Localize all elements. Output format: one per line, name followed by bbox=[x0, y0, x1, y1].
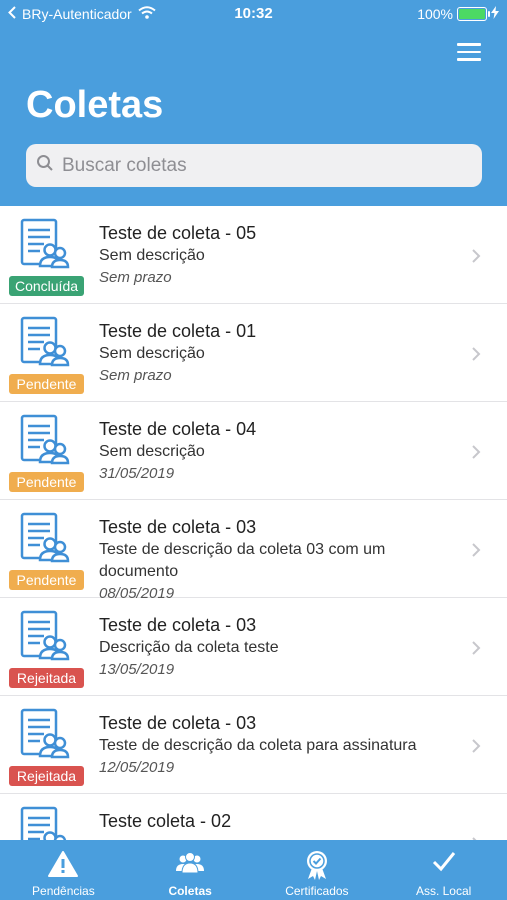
search-icon bbox=[36, 154, 54, 177]
status-badge: Pendente bbox=[9, 570, 84, 590]
list-item-deadline: 13/05/2019 bbox=[99, 661, 175, 678]
document-users-icon bbox=[20, 806, 70, 840]
list-item-text: Teste de coleta - 03 Teste de descrição … bbox=[99, 515, 459, 605]
list-item-deadline: 31/05/2019 bbox=[99, 465, 175, 482]
tab-bar: Pendências Coletas Certificados Ass. Loc… bbox=[0, 840, 507, 900]
chevron-right-icon bbox=[471, 640, 481, 656]
tab-label: Certificados bbox=[285, 884, 349, 898]
status-badge: Concluída bbox=[9, 276, 84, 296]
list-item-text: Teste de coleta - 04 Sem descrição 31/05… bbox=[99, 417, 459, 485]
status-badge: Pendente bbox=[9, 472, 84, 492]
list-item-text: Teste coleta - 02 bbox=[99, 809, 459, 833]
list-item-title: Teste de coleta - 03 bbox=[99, 713, 257, 733]
tab-ass-local[interactable]: Ass. Local bbox=[380, 840, 507, 900]
list-item[interactable]: Pendente Teste de coleta - 01 Sem descri… bbox=[0, 304, 507, 402]
list-item-description: Sem descrição bbox=[99, 247, 205, 264]
page-title: Coletas bbox=[26, 84, 164, 126]
list-item[interactable]: Concluída Teste de coleta - 05 Sem descr… bbox=[0, 206, 507, 304]
chevron-right-icon bbox=[471, 444, 481, 460]
list-item-description: Teste de descrição da coleta 03 com um d… bbox=[99, 541, 386, 580]
document-users-icon bbox=[20, 218, 70, 270]
battery-icon bbox=[457, 7, 490, 21]
list-item-description: Descrição da coleta teste bbox=[99, 639, 279, 656]
list-item[interactable]: Pendente Teste de coleta - 04 Sem descri… bbox=[0, 402, 507, 500]
tab-coletas[interactable]: Coletas bbox=[127, 840, 254, 900]
status-badge: Pendente bbox=[9, 374, 84, 394]
list-item[interactable]: Rejeitada Teste de coleta - 03 Teste de … bbox=[0, 696, 507, 794]
list-item-description: Sem descrição bbox=[99, 345, 205, 362]
list-item[interactable]: Rejeitada Teste de coleta - 03 Descrição… bbox=[0, 598, 507, 696]
tab-pendencias[interactable]: Pendências bbox=[0, 840, 127, 900]
status-badge: Rejeitada bbox=[9, 668, 84, 688]
list-item-deadline: Sem prazo bbox=[99, 269, 172, 286]
document-users-icon bbox=[20, 414, 70, 466]
list-item-title: Teste coleta - 02 bbox=[99, 811, 232, 831]
battery-percent: 100% bbox=[417, 6, 453, 22]
list-item-text: Teste de coleta - 03 Descrição da coleta… bbox=[99, 613, 459, 681]
document-users-icon bbox=[20, 316, 70, 368]
status-bar: BRy-Autenticador 10:32 100% bbox=[0, 0, 507, 28]
battery-fill bbox=[459, 9, 485, 19]
list-item-description: Teste de descrição da coleta para assina… bbox=[99, 737, 417, 754]
list-item-title: Teste de coleta - 05 bbox=[99, 223, 257, 243]
search-bar[interactable] bbox=[26, 144, 482, 187]
hamburger-menu-icon[interactable] bbox=[457, 43, 481, 61]
list-item-deadline: Sem prazo bbox=[99, 367, 172, 384]
status-badge: Rejeitada bbox=[9, 766, 84, 786]
chevron-right-icon bbox=[471, 248, 481, 264]
list-item[interactable]: Teste coleta - 02 bbox=[0, 794, 507, 840]
search-input[interactable] bbox=[62, 154, 462, 177]
list-item-description: Sem descrição bbox=[99, 443, 205, 460]
tab-label: Pendências bbox=[32, 884, 95, 898]
document-users-icon bbox=[20, 512, 70, 564]
list-item-title: Teste de coleta - 04 bbox=[99, 419, 257, 439]
chevron-right-icon bbox=[471, 346, 481, 362]
chevron-right-icon bbox=[471, 738, 481, 754]
list-item-title: Teste de coleta - 03 bbox=[99, 615, 257, 635]
list-item-title: Teste de coleta - 03 bbox=[99, 517, 257, 537]
charging-icon bbox=[491, 6, 499, 22]
list-item[interactable]: Pendente Teste de coleta - 03 Teste de d… bbox=[0, 500, 507, 602]
chevron-right-icon bbox=[471, 542, 481, 558]
document-users-icon bbox=[20, 610, 70, 662]
list-item-title: Teste de coleta - 01 bbox=[99, 321, 257, 341]
list-item-text: Teste de coleta - 03 Teste de descrição … bbox=[99, 711, 459, 779]
status-bar-right: 100% bbox=[417, 6, 499, 22]
list-item-text: Teste de coleta - 05 Sem descrição Sem p… bbox=[99, 221, 459, 289]
tab-label: Coletas bbox=[168, 884, 212, 898]
tab-certificados[interactable]: Certificados bbox=[254, 840, 381, 900]
coletas-list: Concluída Teste de coleta - 05 Sem descr… bbox=[0, 206, 507, 840]
tab-label: Ass. Local bbox=[415, 884, 472, 898]
document-users-icon bbox=[20, 708, 70, 760]
list-item-deadline: 12/05/2019 bbox=[99, 759, 175, 776]
header: BRy-Autenticador 10:32 100% Coletas bbox=[0, 0, 507, 206]
list-item-text: Teste de coleta - 01 Sem descrição Sem p… bbox=[99, 319, 459, 387]
